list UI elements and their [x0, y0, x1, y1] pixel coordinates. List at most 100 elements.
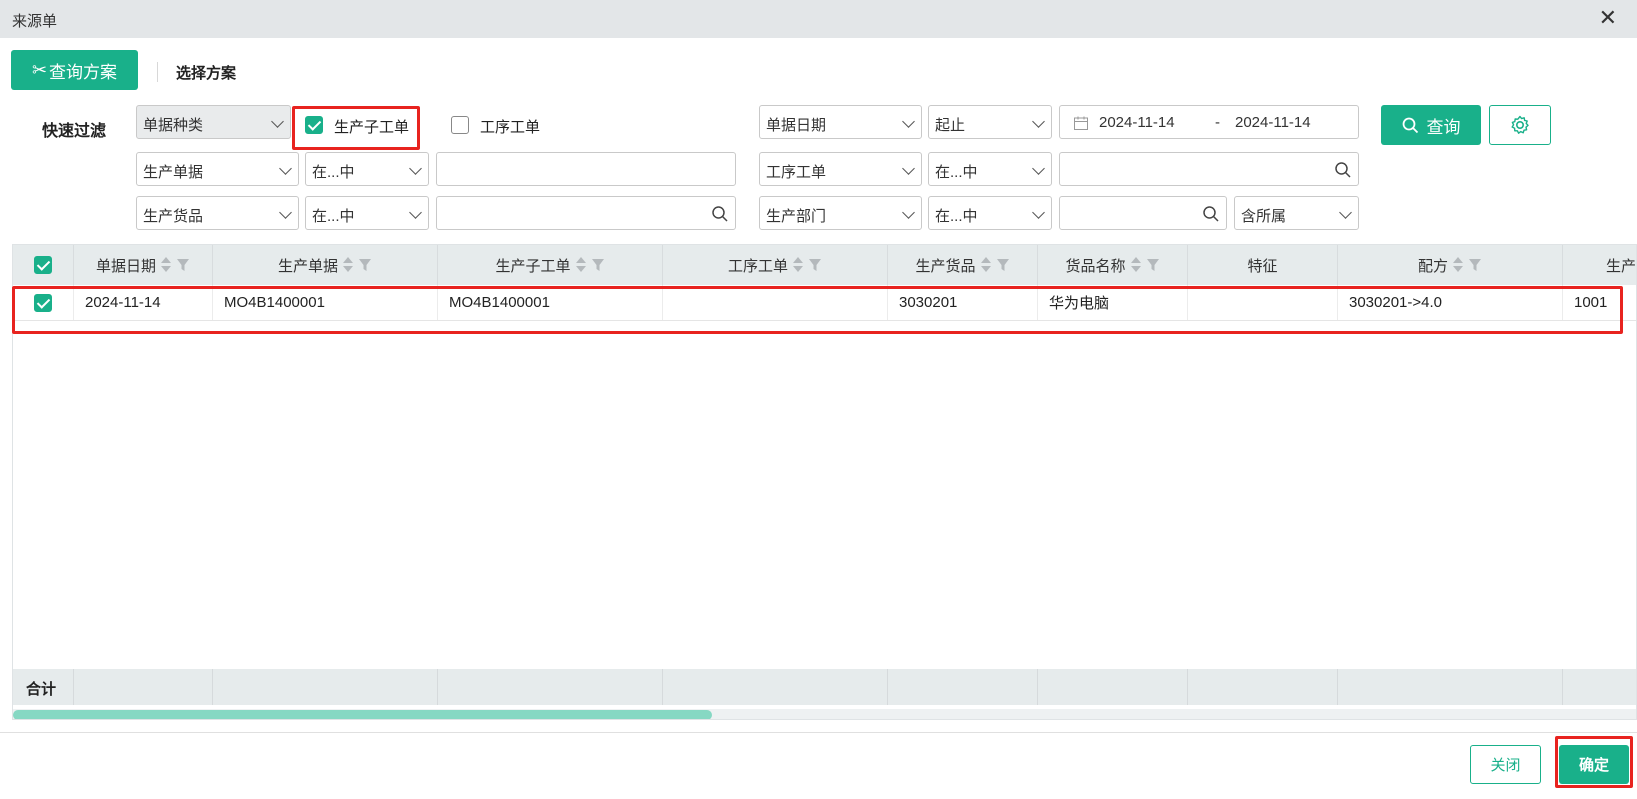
- toolbar-divider: [157, 62, 158, 82]
- column-header-label: 配方: [1417, 257, 1448, 275]
- table-row[interactable]: 2024-11-14 MO4B1400001 MO4B1400001 30302…: [13, 285, 1636, 321]
- cell-feature: [1188, 285, 1338, 320]
- filter-icon[interactable]: [591, 258, 605, 272]
- sort-icon[interactable]: [575, 256, 587, 274]
- quick-filter-label: 快速过滤: [42, 123, 107, 140]
- filter-operator-label: 在...中: [935, 164, 978, 181]
- sort-icon[interactable]: [342, 256, 354, 274]
- sort-icon[interactable]: [1130, 256, 1142, 274]
- filter-value-search-input[interactable]: [1059, 152, 1359, 186]
- date-end: 2024-11-14: [1235, 114, 1311, 131]
- sort-icon[interactable]: [792, 256, 804, 274]
- summary-cell: [888, 669, 1038, 705]
- filter-field-label: 生产货品: [143, 208, 204, 225]
- query-button-label: 查询: [1426, 117, 1461, 137]
- close-icon[interactable]: ✕: [1599, 7, 1617, 29]
- date-field-value: 单据日期: [766, 117, 827, 134]
- filter-value-input[interactable]: [436, 152, 736, 186]
- filter-operator-label: 在...中: [312, 208, 355, 225]
- sort-icon[interactable]: [980, 256, 992, 274]
- date-range-input[interactable]: 2024-11-14 - 2024-11-14: [1059, 105, 1359, 139]
- cell-doc-date: 2024-11-14: [74, 285, 213, 320]
- grid-header: 单据日期 生产单据 生产子工单 工序工单 生产货品 货品名称 特征 配方 生产: [13, 245, 1637, 285]
- filter-operator-label: 在...中: [312, 164, 355, 181]
- filter-operator-select[interactable]: 在...中: [305, 196, 429, 230]
- filter-operator-label: 在...中: [935, 208, 978, 225]
- filter-field-production-doc[interactable]: 生产单据: [136, 152, 299, 186]
- column-header[interactable]: 特征: [1188, 245, 1338, 285]
- column-header[interactable]: 工序工单: [663, 245, 888, 285]
- chevron-down-icon: [409, 162, 422, 175]
- column-header[interactable]: 生产货品: [888, 245, 1038, 285]
- chevron-down-icon: [902, 115, 915, 128]
- query-scheme-button[interactable]: ✂ 查询方案: [11, 50, 138, 90]
- chevron-down-icon: [902, 162, 915, 175]
- column-header[interactable]: 单据日期: [74, 245, 213, 285]
- scrollbar-thumb[interactable]: [13, 710, 712, 719]
- cell-production-sub-order: MO4B1400001: [438, 285, 663, 320]
- chevron-down-icon: [279, 162, 292, 175]
- sort-icon[interactable]: [160, 256, 172, 274]
- search-icon[interactable]: [711, 205, 729, 223]
- date-field-select[interactable]: 单据日期: [759, 105, 922, 139]
- search-icon[interactable]: [1334, 161, 1352, 179]
- filter-icon[interactable]: [176, 258, 190, 272]
- summary-cell: [1338, 669, 1563, 705]
- header-select-all[interactable]: [13, 245, 74, 285]
- summary-cell: [438, 669, 663, 705]
- summary-cell: [1188, 669, 1338, 705]
- column-header-label: 生产: [1606, 257, 1637, 275]
- sort-icon[interactable]: [1452, 256, 1464, 274]
- column-header[interactable]: 生产单据: [213, 245, 438, 285]
- chevron-down-icon: [279, 206, 292, 219]
- filter-value-search-input[interactable]: [1059, 196, 1227, 230]
- filter-operator-select[interactable]: 在...中: [928, 196, 1052, 230]
- cell-goods-name: 华为电脑: [1038, 285, 1188, 320]
- column-header-label: 特征: [1247, 257, 1278, 275]
- row-checkbox[interactable]: [34, 293, 52, 312]
- chevron-down-icon: [1032, 206, 1045, 219]
- column-header[interactable]: 配方: [1338, 245, 1563, 285]
- select-scheme-tab[interactable]: 选择方案: [176, 62, 236, 83]
- column-header[interactable]: 生产: [1563, 245, 1637, 285]
- search-icon[interactable]: [1202, 205, 1220, 223]
- filter-icon[interactable]: [1468, 258, 1482, 272]
- column-header[interactable]: 货品名称: [1038, 245, 1188, 285]
- chevron-down-icon: [1032, 115, 1045, 128]
- gear-icon: [1511, 115, 1529, 134]
- filter-field-production-goods[interactable]: 生产货品: [136, 196, 299, 230]
- row-select-cell[interactable]: [13, 285, 74, 320]
- cell-recipe: 3030201->4.0: [1338, 285, 1563, 320]
- filter-field-label: 生产单据: [143, 164, 204, 181]
- filter-value-search-input[interactable]: [436, 196, 736, 230]
- filter-field-process-order[interactable]: 工序工单: [759, 152, 922, 186]
- filter-icon[interactable]: [808, 258, 822, 272]
- filter-operator-select[interactable]: 在...中: [305, 152, 429, 186]
- filter-icon[interactable]: [1146, 258, 1160, 272]
- dialog-titlebar: 来源单 ✕: [0, 0, 1637, 38]
- select-all-checkbox[interactable]: [34, 256, 52, 274]
- filter-icon[interactable]: [996, 258, 1010, 272]
- date-operator-select[interactable]: 起止: [928, 105, 1052, 139]
- confirm-button[interactable]: 确定: [1559, 745, 1629, 784]
- doc-type-select[interactable]: 单据种类: [136, 105, 291, 139]
- close-button[interactable]: 关闭: [1470, 745, 1541, 784]
- chevron-down-icon: [902, 206, 915, 219]
- production-sub-order-checkbox[interactable]: [305, 116, 323, 134]
- footer-divider: [0, 732, 1637, 733]
- filter-icon[interactable]: [358, 258, 372, 272]
- query-button[interactable]: 查询: [1381, 105, 1481, 145]
- settings-button[interactable]: [1489, 105, 1551, 145]
- horizontal-scrollbar[interactable]: [13, 709, 1636, 719]
- doc-type-value: 单据种类: [143, 117, 204, 134]
- source-doc-grid: 单据日期 生产单据 生产子工单 工序工单 生产货品 货品名称 特征 配方 生产 …: [12, 244, 1637, 720]
- filter-operator-select[interactable]: 在...中: [928, 152, 1052, 186]
- cell-production-doc: MO4B1400001: [213, 285, 438, 320]
- include-subordinate-select[interactable]: 含所属: [1234, 196, 1359, 230]
- process-order-checkbox[interactable]: [451, 116, 469, 134]
- summary-cell: [74, 669, 213, 705]
- column-header[interactable]: 生产子工单: [438, 245, 663, 285]
- summary-cell: [13, 669, 74, 705]
- filter-field-production-dept[interactable]: 生产部门: [759, 196, 922, 230]
- date-operator-value: 起止: [935, 117, 966, 134]
